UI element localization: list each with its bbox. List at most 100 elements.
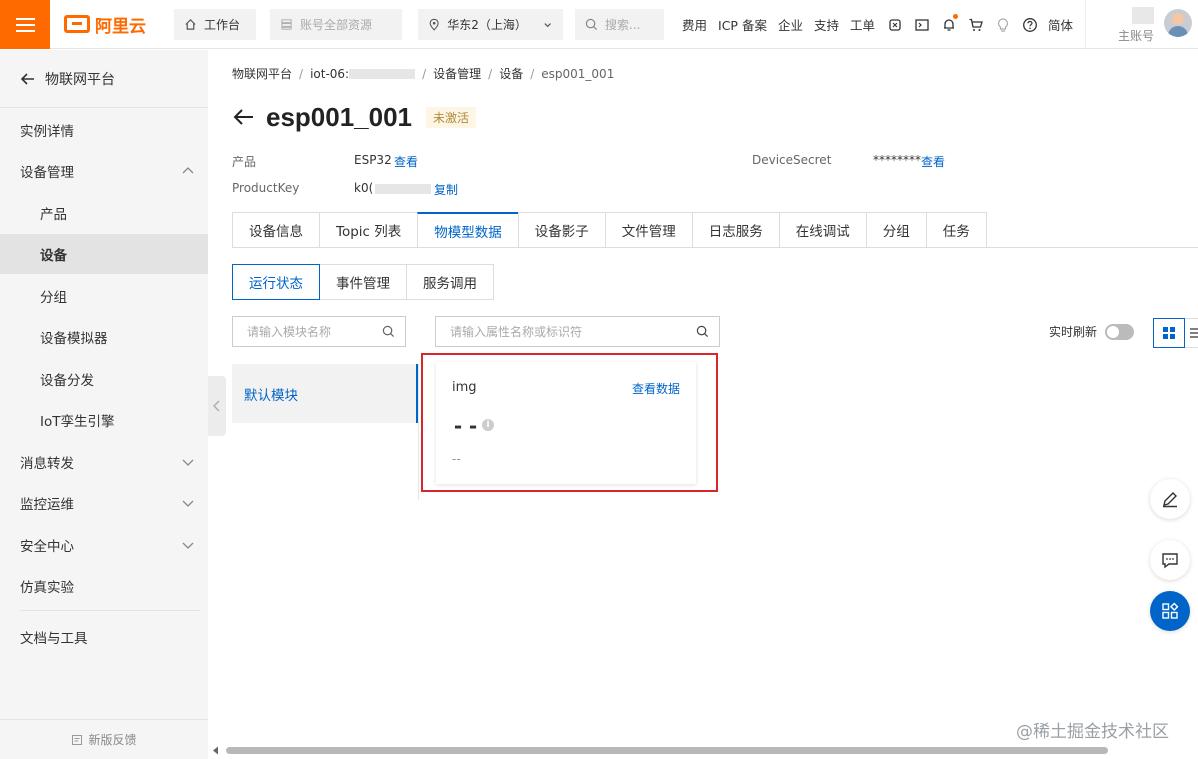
sidebar-item-simulation-lab[interactable]: 仿真实验 — [0, 566, 208, 606]
productkey-label: ProductKey — [232, 181, 300, 195]
global-search[interactable]: 搜索... — [575, 9, 664, 40]
link-enterprise[interactable]: 企业 — [778, 15, 803, 34]
data-subtabs: 运行状态 事件管理 服务调用 — [232, 264, 494, 300]
devicesecret-label: DeviceSecret — [752, 153, 832, 167]
breadcrumb-item[interactable]: 设备管理 — [433, 65, 481, 82]
realtime-refresh-label: 实时刷新 — [1049, 325, 1098, 339]
status-badge: 未激活 — [426, 106, 477, 128]
tab-log-service[interactable]: 日志服务 — [691, 212, 779, 248]
tab-device-info[interactable]: 设备信息 — [232, 212, 319, 248]
region-label: 华东2（上海） — [447, 18, 527, 32]
breadcrumb-separator: / — [422, 66, 427, 81]
scrollbar-thumb[interactable] — [226, 747, 1108, 754]
tab-group[interactable]: 分组 — [865, 212, 926, 248]
apps-fab[interactable] — [1150, 591, 1190, 631]
account-menu[interactable]: 主账号 — [1085, 0, 1198, 49]
link-icp[interactable]: ICP 备案 — [718, 15, 767, 34]
sidebar-item-iot-twin-engine[interactable]: IoT孪生引擎 — [0, 400, 208, 440]
copy-productkey-link[interactable]: 复制 — [434, 181, 458, 198]
search-icon — [585, 18, 598, 31]
avatar[interactable] — [1164, 9, 1192, 37]
sidebar-item-device-management[interactable]: 设备管理 — [0, 151, 208, 191]
sidebar-back-button[interactable]: 物联网平台 — [0, 50, 208, 108]
chevron-down-icon — [182, 542, 194, 549]
top-links: 费用 ICP 备案 企业 支持 工单 简体 — [682, 0, 1084, 49]
sidebar-item-device-distribution[interactable]: 设备分发 — [0, 359, 208, 399]
chevron-down-icon — [182, 459, 194, 466]
account-label: 主账号 — [1118, 29, 1155, 43]
breadcrumb-current: esp001_001 — [541, 66, 615, 81]
sidebar-item-docs-tools[interactable]: 文档与工具 — [0, 617, 208, 657]
cart-icon[interactable] — [967, 16, 985, 34]
feedback-button[interactable]: 新版反馈 — [0, 719, 208, 759]
lightbulb-icon[interactable] — [994, 16, 1012, 34]
back-arrow-icon[interactable] — [232, 108, 254, 126]
devicesecret-value: ******** — [873, 153, 921, 167]
realtime-refresh-toggle[interactable] — [1105, 323, 1135, 340]
tab-thing-model-data[interactable]: 物模型数据 — [417, 212, 518, 248]
horizontal-scrollbar[interactable] — [212, 744, 1198, 756]
property-search-input[interactable]: 请输入属性名称或标识符 — [435, 316, 720, 347]
breadcrumb-item[interactable]: 设备 — [499, 65, 523, 82]
sidebar-item-product[interactable]: 产品 — [0, 193, 208, 233]
sidebar-item-label: 设备模拟器 — [40, 331, 108, 347]
help-icon[interactable] — [1021, 16, 1039, 34]
link-support[interactable]: 支持 — [814, 15, 839, 34]
breadcrumb-instance-text: iot-06: — [310, 66, 350, 81]
sidebar-item-label: 安全中心 — [20, 539, 74, 555]
breadcrumb-item[interactable]: 物联网平台 — [232, 65, 292, 82]
sidebar-item-message-forwarding[interactable]: 消息转发 — [0, 442, 208, 482]
iot-chip-icon[interactable] — [886, 16, 904, 34]
link-ticket[interactable]: 工单 — [850, 15, 875, 34]
chat-fab[interactable] — [1150, 540, 1190, 580]
productkey-value: k0( — [354, 181, 432, 195]
devicesecret-view-link[interactable]: 查看 — [921, 153, 945, 170]
product-view-link[interactable]: 查看 — [394, 153, 418, 170]
edit-fab[interactable] — [1150, 479, 1190, 519]
resource-label: 账号全部资源 — [300, 18, 373, 32]
list-view-button[interactable] — [1185, 318, 1198, 348]
tab-topic-list[interactable]: Topic 列表 — [319, 212, 418, 248]
subtab-event-management[interactable]: 事件管理 — [319, 264, 407, 300]
sidebar-item-group[interactable]: 分组 — [0, 276, 208, 316]
tab-online-debug[interactable]: 在线调试 — [778, 212, 866, 248]
breadcrumb-item[interactable]: iot-06: — [310, 66, 416, 81]
sidebar-item-device-simulator[interactable]: 设备模拟器 — [0, 317, 208, 357]
module-search-input[interactable]: 请输入模块名称 — [232, 316, 406, 347]
location-pin-icon — [429, 18, 439, 31]
sidebar-collapse-handle[interactable] — [208, 376, 226, 436]
sidebar-item-label: IoT孪生引擎 — [40, 414, 115, 430]
resource-icon — [281, 19, 292, 30]
grid-view-button[interactable] — [1153, 318, 1185, 348]
tab-device-shadow[interactable]: 设备影子 — [517, 212, 605, 248]
module-item-default[interactable]: 默认模块 — [232, 364, 418, 423]
sidebar-item-security-center[interactable]: 安全中心 — [0, 525, 208, 565]
link-fees[interactable]: 费用 — [682, 15, 707, 34]
sidebar-item-label: 仿真实验 — [20, 580, 74, 596]
page-header: esp001_001 未激活 — [232, 100, 477, 134]
tab-file-management[interactable]: 文件管理 — [604, 212, 692, 248]
tab-task[interactable]: 任务 — [925, 212, 987, 248]
region-selector[interactable]: 华东2（上海） — [418, 9, 563, 40]
sidebar-item-label: 设备管理 — [20, 165, 74, 181]
resource-selector[interactable]: 账号全部资源 — [270, 9, 402, 40]
module-divider — [418, 364, 419, 500]
scroll-left-icon[interactable] — [212, 746, 220, 755]
language-switch[interactable]: 简体 — [1048, 15, 1073, 34]
page-title: esp001_001 — [266, 101, 413, 132]
sidebar-divider — [20, 610, 200, 611]
sidebar-item-label: 消息转发 — [20, 456, 74, 472]
subtab-service-call[interactable]: 服务调用 — [406, 264, 494, 300]
subtab-running-status[interactable]: 运行状态 — [232, 264, 320, 300]
sidebar-item-instance-detail[interactable]: 实例详情 — [0, 110, 208, 150]
terminal-icon[interactable] — [913, 16, 931, 34]
breadcrumb-separator: / — [530, 66, 535, 81]
menu-icon[interactable] — [0, 0, 50, 49]
aliyun-logo[interactable]: 阿里云 — [64, 13, 146, 37]
bell-icon[interactable] — [940, 13, 958, 34]
sidebar-item-device[interactable]: 设备 — [0, 234, 208, 274]
workbench-label: 工作台 — [204, 18, 241, 32]
breadcrumb: 物联网平台 / iot-06: / 设备管理 / 设备 / esp001_001 — [232, 65, 614, 82]
workbench-button[interactable]: 工作台 — [174, 9, 256, 40]
sidebar-item-monitoring[interactable]: 监控运维 — [0, 483, 208, 523]
